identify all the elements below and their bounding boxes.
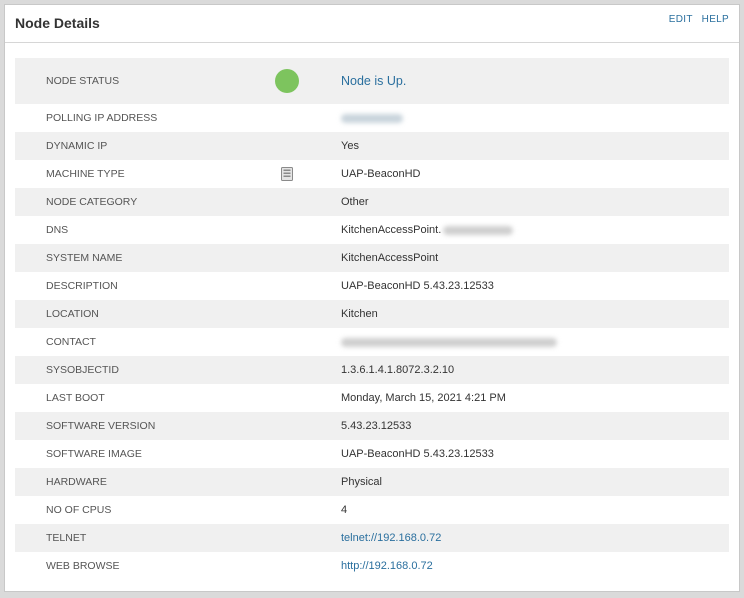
telnet-link[interactable]: telnet://192.168.0.72 (341, 532, 441, 544)
row-label: NO OF CPUS (46, 504, 112, 516)
redacted-text (443, 225, 514, 235)
row-description: DESCRIPTION UAP-BeaconHD 5.43.23.12533 (15, 272, 729, 300)
row-last-boot: LAST BOOT Monday, March 15, 2021 4:21 PM (15, 384, 729, 412)
row-label: LOCATION (46, 308, 99, 320)
header-links: EDIT HELP (663, 14, 729, 25)
dynamic-ip-value: Yes (341, 140, 359, 152)
dns-value: KitchenAccessPoint. (341, 224, 514, 236)
row-label: SOFTWARE IMAGE (46, 448, 142, 460)
hardware-value: Physical (341, 476, 382, 488)
redacted-text (341, 337, 557, 347)
row-label: MACHINE TYPE (46, 168, 125, 180)
row-system-name: SYSTEM NAME KitchenAccessPoint (15, 244, 729, 272)
row-label: SYSOBJECTID (46, 364, 119, 376)
status-indicator (275, 69, 299, 93)
row-machine-type: MACHINE TYPE UAP-BeaconHD (15, 160, 729, 188)
row-label: SYSTEM NAME (46, 252, 123, 264)
sysobjectid-value: 1.3.6.1.4.1.8072.3.2.10 (341, 364, 455, 376)
status-up-icon (275, 69, 299, 93)
software-version-value: 5.43.23.12533 (341, 420, 412, 432)
node-category-value: Other (341, 196, 369, 208)
details-table: NODE STATUS Node is Up. POLLING IP ADDRE… (15, 58, 729, 580)
row-label: SOFTWARE VERSION (46, 420, 156, 432)
row-contact: CONTACT (15, 328, 729, 356)
location-value: Kitchen (341, 308, 378, 320)
machine-type-icon-cell (275, 167, 293, 181)
row-software-image: SOFTWARE IMAGE UAP-BeaconHD 5.43.23.1253… (15, 440, 729, 468)
row-label: NODE STATUS (46, 75, 120, 87)
row-label: CONTACT (46, 336, 96, 348)
contact-value (341, 336, 557, 348)
cpus-value: 4 (341, 504, 348, 516)
row-hardware: HARDWARE Physical (15, 468, 729, 496)
server-icon (281, 167, 293, 181)
row-label: DNS (46, 224, 69, 236)
row-location: LOCATION Kitchen (15, 300, 729, 328)
polling-ip-value[interactable] (341, 112, 403, 124)
row-web-browse: WEB BROWSE http://192.168.0.72 (15, 552, 729, 580)
description-value: UAP-BeaconHD 5.43.23.12533 (341, 280, 494, 292)
row-node-category: NODE CATEGORY Other (15, 188, 729, 216)
row-label: HARDWARE (46, 476, 107, 488)
row-dns: DNS KitchenAccessPoint. (15, 216, 729, 244)
help-link[interactable]: HELP (702, 14, 729, 25)
system-name-value: KitchenAccessPoint (341, 252, 439, 264)
row-software-version: SOFTWARE VERSION 5.43.23.12533 (15, 412, 729, 440)
node-status-value[interactable]: Node is Up. (341, 74, 406, 88)
panel-title: Node Details (15, 15, 100, 31)
last-boot-value: Monday, March 15, 2021 4:21 PM (341, 392, 506, 404)
software-image-value: UAP-BeaconHD 5.43.23.12533 (341, 448, 494, 460)
web-browse-link[interactable]: http://192.168.0.72 (341, 560, 433, 572)
row-label: DESCRIPTION (46, 280, 118, 292)
edit-link[interactable]: EDIT (669, 14, 693, 25)
row-label: LAST BOOT (46, 392, 105, 404)
row-label: POLLING IP ADDRESS (46, 112, 158, 124)
row-sysobjectid: SYSOBJECTID 1.3.6.1.4.1.8072.3.2.10 (15, 356, 729, 384)
row-node-status: NODE STATUS Node is Up. (15, 58, 729, 104)
redacted-text (341, 113, 403, 123)
row-cpus: NO OF CPUS 4 (15, 496, 729, 524)
row-telnet: TELNET telnet://192.168.0.72 (15, 524, 729, 552)
node-details-panel: Node Details EDIT HELP NODE STATUS Node … (4, 4, 740, 592)
row-label: NODE CATEGORY (46, 196, 138, 208)
row-label: TELNET (46, 532, 87, 544)
dns-text: KitchenAccessPoint. (341, 224, 442, 236)
row-label: DYNAMIC IP (46, 140, 108, 152)
row-dynamic-ip: DYNAMIC IP Yes (15, 132, 729, 160)
machine-type-value: UAP-BeaconHD (341, 168, 421, 180)
panel-header: Node Details EDIT HELP (5, 5, 739, 43)
row-label: WEB BROWSE (46, 560, 120, 572)
row-polling-ip: POLLING IP ADDRESS (15, 104, 729, 132)
